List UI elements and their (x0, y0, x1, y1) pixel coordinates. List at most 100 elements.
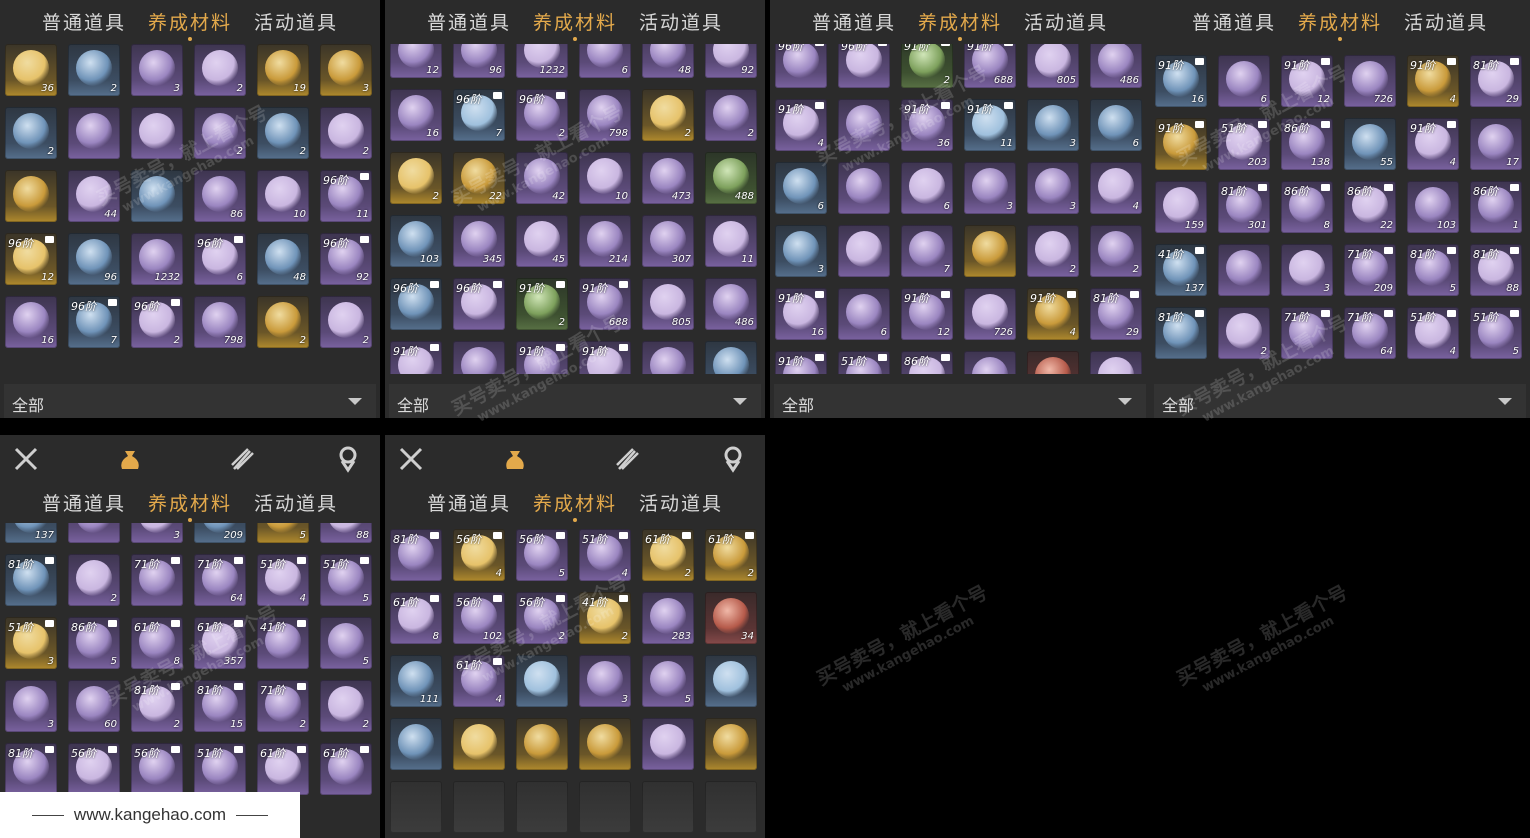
inventory-item[interactable]: 6 (775, 162, 827, 214)
inventory-item[interactable] (516, 718, 568, 770)
inventory-item[interactable]: 41阶 2 (579, 592, 631, 644)
tab-event-items[interactable]: 活动道具 (1020, 8, 1112, 35)
inventory-item[interactable]: 2 (68, 44, 120, 96)
tab-event-items[interactable]: 活动道具 (250, 8, 342, 35)
inventory-item[interactable]: 51阶 5 (1470, 307, 1522, 359)
inventory-item[interactable]: 81阶 (5, 554, 57, 606)
filter-dropdown[interactable]: 全部 (4, 384, 376, 418)
inventory-item[interactable]: 96阶 2 (516, 89, 568, 141)
inventory-item[interactable] (964, 225, 1016, 277)
inventory-item[interactable]: 42 (516, 152, 568, 204)
inventory-item[interactable]: 2 (1218, 307, 1270, 359)
inventory-item[interactable]: 2 (320, 680, 372, 732)
inventory-item[interactable]: 91阶 4 (1027, 288, 1079, 340)
crossed-swords-icon[interactable] (12, 445, 40, 473)
inventory-item[interactable]: 81阶 29 (1090, 288, 1142, 340)
inventory-item[interactable] (705, 781, 757, 833)
inventory-item[interactable]: 61阶 8 (131, 617, 183, 669)
inventory-item[interactable]: 61阶 2 (642, 529, 694, 581)
inventory-item[interactable]: 34 (705, 592, 757, 644)
inventory-item[interactable] (516, 655, 568, 707)
inventory-item[interactable]: 2 (194, 44, 246, 96)
filter-dropdown[interactable]: 全部 (1154, 384, 1526, 418)
money-bag-icon[interactable] (501, 445, 529, 473)
inventory-item[interactable] (838, 162, 890, 214)
inventory-item[interactable]: 3 (131, 44, 183, 96)
inventory-item[interactable]: 88 (320, 523, 372, 543)
inventory-item[interactable]: 61阶 8 (390, 592, 442, 644)
inventory-item[interactable]: 71阶 209 (1344, 244, 1396, 296)
inventory-item[interactable]: 55 (1344, 118, 1396, 170)
inventory-item[interactable]: 41阶 (257, 617, 309, 669)
inventory-item[interactable]: 3 (1281, 244, 1333, 296)
inventory-item[interactable] (390, 718, 442, 770)
inventory-item[interactable]: 6 (579, 44, 631, 78)
inventory-item[interactable]: 91阶 36 (901, 99, 953, 151)
inventory-item[interactable]: 48 (257, 233, 309, 285)
money-bag-icon[interactable] (116, 445, 144, 473)
tab-event-items[interactable]: 活动道具 (250, 489, 342, 516)
inventory-item[interactable]: 41阶 137 (1155, 244, 1207, 296)
inventory-item[interactable]: 56阶 4 (453, 529, 505, 581)
inventory-item[interactable]: 96阶 7 (453, 89, 505, 141)
inventory-item[interactable]: 51阶 203 (1218, 118, 1270, 170)
inventory-item[interactable]: 44 (68, 170, 120, 222)
inventory-item[interactable]: 3 (320, 44, 372, 96)
inventory-item[interactable]: 91阶 2 (516, 278, 568, 330)
inventory-item[interactable]: 1232 (131, 233, 183, 285)
inventory-item[interactable]: 61阶 (257, 743, 309, 795)
inventory-item[interactable]: 2 (642, 89, 694, 141)
inventory-item[interactable]: 56阶 (68, 743, 120, 795)
inventory-item[interactable]: 2 (320, 296, 372, 348)
inventory-item[interactable] (705, 341, 757, 374)
inventory-item[interactable]: 798 (579, 89, 631, 141)
inventory-item[interactable]: 3 (1027, 99, 1079, 151)
inventory-item[interactable]: 3 (579, 655, 631, 707)
inventory-item[interactable]: 214 (579, 215, 631, 267)
inventory-item[interactable]: 2 (257, 107, 309, 159)
inventory-item[interactable]: 45 (516, 215, 568, 267)
tab-normal-items[interactable]: 普通道具 (38, 489, 130, 516)
badge-icon[interactable] (334, 445, 362, 473)
inventory-item[interactable]: 91阶 688 (964, 44, 1016, 88)
inventory-item[interactable]: 10 (257, 170, 309, 222)
inventory-item[interactable]: 5 (642, 655, 694, 707)
inventory-item[interactable]: 56阶 2 (516, 592, 568, 644)
inventory-item[interactable]: 61阶 357 (194, 617, 246, 669)
tab-upgrade-materials[interactable]: 养成材料 (529, 489, 621, 522)
inventory-item[interactable] (705, 718, 757, 770)
inventory-item[interactable]: 71阶 (1281, 307, 1333, 359)
inventory-item[interactable]: 81阶 2 (131, 680, 183, 732)
inventory-item[interactable] (705, 655, 757, 707)
inventory-item[interactable]: 16 (390, 89, 442, 141)
inventory-item[interactable]: 91阶 4 (1407, 55, 1459, 107)
inventory-item[interactable]: 103 (390, 215, 442, 267)
inventory-item[interactable]: 307 (642, 215, 694, 267)
inventory-item[interactable] (453, 341, 505, 374)
tab-event-items[interactable]: 活动道具 (635, 489, 727, 516)
inventory-item[interactable]: 91阶 688 (579, 278, 631, 330)
inventory-item[interactable]: 48 (642, 44, 694, 78)
inventory-item[interactable]: 51阶 4 (1407, 307, 1459, 359)
inventory-item[interactable]: 51阶 (194, 743, 246, 795)
inventory-item[interactable]: 2 (390, 152, 442, 204)
inventory-item[interactable] (642, 341, 694, 374)
inventory-item[interactable]: 488 (705, 152, 757, 204)
inventory-item[interactable]: 61阶 (320, 743, 372, 795)
inventory-item[interactable]: 805 (1027, 44, 1079, 88)
tab-normal-items[interactable]: 普通道具 (38, 8, 130, 35)
inventory-item[interactable]: 91阶 2 (901, 44, 953, 88)
inventory-item[interactable]: 56阶 102 (453, 592, 505, 644)
inventory-item[interactable]: 726 (1344, 55, 1396, 107)
inventory-item[interactable] (642, 781, 694, 833)
inventory-item[interactable]: 81阶 (5, 743, 57, 795)
inventory-item[interactable]: 159 (1155, 181, 1207, 233)
inventory-item[interactable]: 96 (453, 44, 505, 78)
tab-upgrade-materials[interactable]: 养成材料 (144, 489, 236, 522)
inventory-item[interactable]: 3 (5, 680, 57, 732)
inventory-item[interactable]: 96阶 7 (68, 296, 120, 348)
inventory-item[interactable] (1218, 244, 1270, 296)
inventory-item[interactable]: 71阶 64 (1344, 307, 1396, 359)
inventory-item[interactable]: 91阶 12 (901, 288, 953, 340)
inventory-item[interactable]: 91阶 12 (1281, 55, 1333, 107)
